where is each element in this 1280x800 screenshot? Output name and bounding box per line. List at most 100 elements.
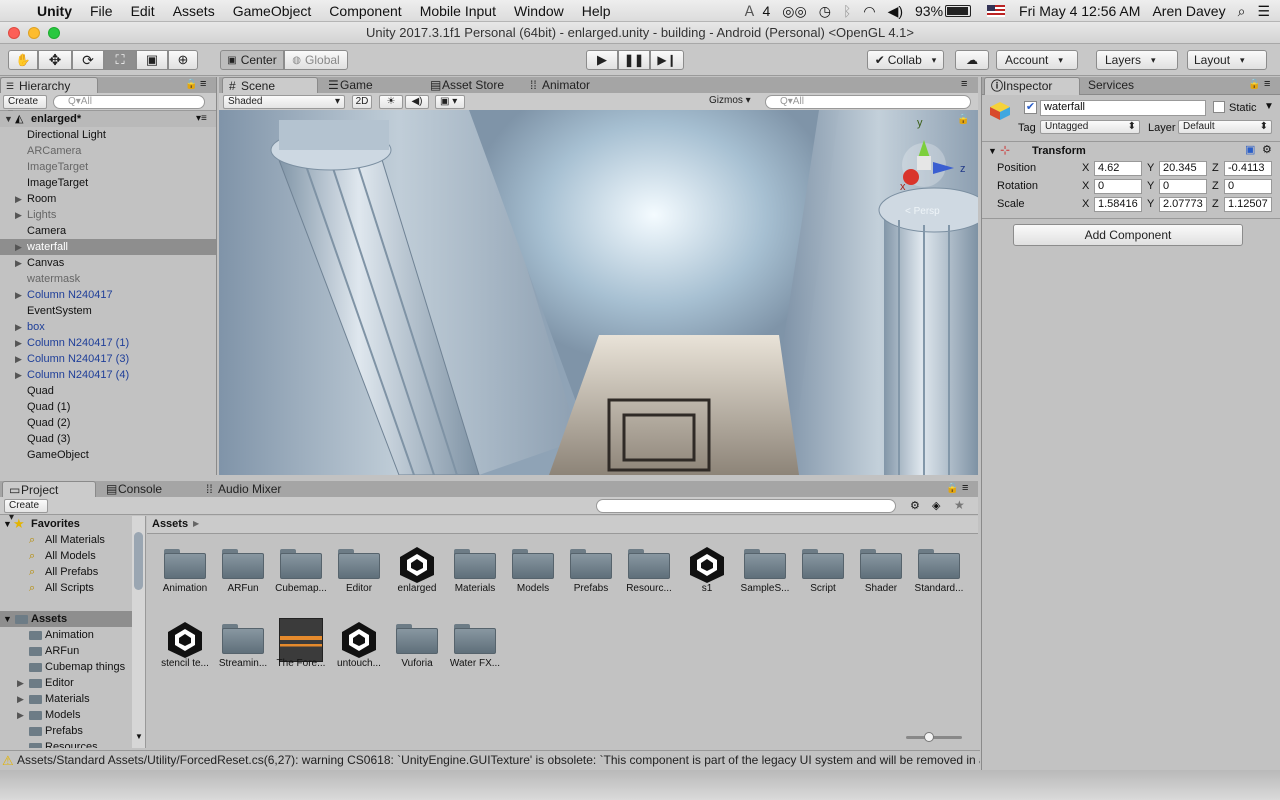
- assets-tree-item[interactable]: ▶ Materials: [0, 691, 132, 707]
- asset-item[interactable]: ARFun: [214, 543, 272, 599]
- hierarchy-row[interactable]: ▶ Canvas: [0, 255, 216, 271]
- layers-dropdown[interactable]: Layers: [1096, 50, 1178, 70]
- inspector-lock-icon[interactable]: 🔒: [1248, 79, 1260, 90]
- hierarchy-row[interactable]: ▶ Column N240417 (1): [0, 335, 216, 351]
- assets-tree-item[interactable]: Prefabs: [0, 723, 132, 739]
- status-badge[interactable]: 4: [763, 3, 777, 19]
- effects-dropdown[interactable]: ▣ ▾: [435, 95, 465, 109]
- project-menu-icon[interactable]: ≡: [962, 482, 968, 494]
- scale-x-field[interactable]: 1.58416: [1094, 197, 1142, 212]
- hierarchy-row[interactable]: ARCamera: [0, 143, 216, 159]
- assets-tree-header[interactable]: ▼ Assets: [0, 611, 132, 627]
- icon-size-slider[interactable]: [906, 732, 962, 742]
- y-axis-label[interactable]: Y: [1147, 179, 1154, 193]
- object-name-field[interactable]: waterfall: [1040, 100, 1206, 116]
- hierarchy-row[interactable]: Quad (1): [0, 399, 216, 415]
- x-axis-label[interactable]: X: [1082, 161, 1089, 175]
- asset-item[interactable]: Streamin...: [214, 618, 272, 674]
- expand-arrow-icon[interactable]: ▶: [15, 319, 22, 335]
- menu-app[interactable]: Unity: [28, 3, 81, 19]
- pivot-global-toggle[interactable]: ◍ Global: [284, 50, 348, 70]
- expand-arrow-icon[interactable]: ▼: [4, 111, 13, 127]
- shading-mode-dropdown[interactable]: Shaded ▾: [223, 95, 345, 109]
- glasses-icon[interactable]: ◎◎: [776, 3, 812, 20]
- expand-arrow-icon[interactable]: ▶: [15, 207, 22, 223]
- account-dropdown[interactable]: Account: [996, 50, 1078, 70]
- menu-component[interactable]: Component: [320, 3, 410, 19]
- layer-dropdown[interactable]: Default ⬍: [1178, 120, 1272, 134]
- static-checkbox[interactable]: [1213, 101, 1225, 113]
- tree-scroll-thumb[interactable]: [134, 532, 143, 590]
- rotation-x-field[interactable]: 0: [1094, 179, 1142, 194]
- asset-item[interactable]: Standard...: [910, 543, 968, 599]
- toggle-2d-button[interactable]: 2D: [352, 95, 372, 109]
- scale-tool-button[interactable]: ⛶: [104, 50, 136, 70]
- zoom-window-button[interactable]: [48, 27, 60, 39]
- audio-toggle[interactable]: ◀): [405, 95, 429, 109]
- inspector-menu-icon[interactable]: ≡: [1264, 78, 1270, 90]
- expand-arrow-icon[interactable]: ▶: [17, 691, 24, 707]
- expand-arrow-icon[interactable]: ▶: [15, 335, 22, 351]
- rect-tool-button[interactable]: ▣: [136, 50, 168, 70]
- help-book-icon[interactable]: ▣: [1245, 143, 1255, 157]
- asset-item[interactable]: Vuforia: [388, 618, 446, 674]
- rotation-z-field[interactable]: 0: [1224, 179, 1272, 194]
- asset-item[interactable]: Water FX...: [446, 618, 504, 674]
- static-dropdown-arrow[interactable]: ▼: [1264, 100, 1274, 114]
- favorite-item[interactable]: ⌕ All Materials: [0, 532, 130, 548]
- x-axis-label[interactable]: X: [1082, 179, 1089, 193]
- console-status-bar[interactable]: ⚠ Assets/Standard Assets/Utility/ForcedR…: [0, 750, 980, 770]
- asset-item[interactable]: Cubemap...: [272, 543, 330, 599]
- volume-icon[interactable]: ◀): [882, 3, 909, 20]
- favorite-item[interactable]: ⌕ All Prefabs: [0, 564, 130, 580]
- scene-search-input[interactable]: Q▾All: [765, 95, 971, 109]
- hierarchy-row[interactable]: ImageTarget: [0, 159, 216, 175]
- asset-item[interactable]: Script: [794, 543, 852, 599]
- search-by-type-icon[interactable]: ⚙: [910, 499, 920, 512]
- spotlight-search-icon[interactable]: ⌕: [1232, 3, 1252, 20]
- favorite-item[interactable]: ⌕ All Scripts: [0, 580, 130, 596]
- assets-tree-item[interactable]: ▶ Editor: [0, 675, 132, 691]
- pivot-center-toggle[interactable]: ▣ Center: [220, 50, 284, 70]
- rotation-y-field[interactable]: 0: [1159, 179, 1207, 194]
- y-axis-label[interactable]: Y: [1147, 197, 1154, 211]
- rotate-tool-button[interactable]: ⟳: [72, 50, 104, 70]
- notification-center-icon[interactable]: ☰: [1251, 3, 1280, 20]
- hierarchy-row[interactable]: ▶ waterfall: [0, 239, 216, 255]
- collab-dropdown[interactable]: ✔ Collab: [867, 50, 944, 70]
- asset-item[interactable]: Materials: [446, 543, 504, 599]
- active-checkbox[interactable]: ✔: [1024, 101, 1037, 114]
- flag-icon[interactable]: [987, 5, 1006, 17]
- close-window-button[interactable]: [8, 27, 20, 39]
- favorite-star-icon[interactable]: ★: [954, 498, 965, 512]
- scene-lock-icon[interactable]: 🔒: [957, 114, 969, 125]
- hierarchy-row[interactable]: ▶ box: [0, 319, 216, 335]
- hierarchy-row[interactable]: ImageTarget: [0, 175, 216, 191]
- scale-y-field[interactable]: 2.07773: [1159, 197, 1207, 212]
- asset-item[interactable]: Shader: [852, 543, 910, 599]
- favorites-header[interactable]: ▼ ★ Favorites: [0, 516, 145, 532]
- time-machine-icon[interactable]: ◷: [813, 3, 837, 20]
- battery-percent[interactable]: 93%: [909, 3, 945, 19]
- lighting-toggle[interactable]: ☀: [379, 95, 403, 109]
- transform-expand-icon[interactable]: ▼: [988, 144, 997, 158]
- bluetooth-icon[interactable]: ᛒ: [837, 3, 857, 19]
- assets-tree-item[interactable]: ▶ Models: [0, 707, 132, 723]
- expand-arrow-icon[interactable]: ▶: [15, 191, 22, 207]
- pause-button[interactable]: ❚❚: [618, 50, 650, 70]
- hierarchy-row[interactable]: ▶ Column N240417 (4): [0, 367, 216, 383]
- hierarchy-row[interactable]: GameObject: [0, 447, 216, 463]
- lock-icon[interactable]: 🔒: [185, 79, 197, 90]
- tag-dropdown[interactable]: Untagged ⬍: [1040, 120, 1140, 134]
- menubar-clock[interactable]: Fri May 4 12:56 AM: [1013, 3, 1146, 19]
- hierarchy-row[interactable]: ▶ Lights: [0, 207, 216, 223]
- transform-tool-button[interactable]: ⊕: [168, 50, 198, 70]
- asset-item[interactable]: enlarged: [388, 543, 446, 599]
- play-button[interactable]: ▶: [586, 50, 618, 70]
- hierarchy-row[interactable]: Directional Light: [0, 127, 216, 143]
- asset-item[interactable]: Animation: [156, 543, 214, 599]
- gizmos-dropdown[interactable]: Gizmos ▾: [705, 95, 757, 109]
- search-by-label-icon[interactable]: ◈: [932, 499, 940, 512]
- tree-scrollbar[interactable]: ▼: [132, 516, 145, 748]
- tab-inspector[interactable]: ⓘ Inspector: [984, 77, 1080, 95]
